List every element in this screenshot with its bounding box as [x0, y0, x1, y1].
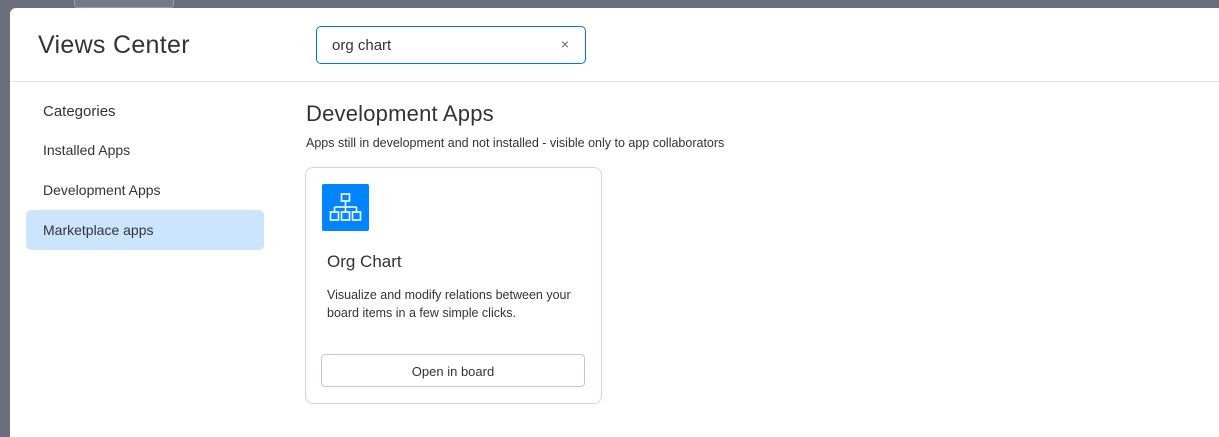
close-icon[interactable]: × — [557, 36, 573, 52]
open-in-board-button[interactable]: Open in board — [321, 354, 585, 387]
sidebar-item-installed-apps[interactable]: Installed Apps — [26, 130, 264, 170]
modal-header: Views Center × — [10, 8, 1219, 82]
search-input[interactable] — [317, 36, 552, 54]
background-tab — [74, 0, 174, 8]
page-title: Views Center — [38, 31, 190, 59]
sidebar-item-marketplace-apps[interactable]: Marketplace apps — [26, 210, 264, 250]
sidebar-item-label: Installed Apps — [43, 142, 131, 158]
sidebar-item-development-apps[interactable]: Development Apps — [26, 170, 264, 210]
sidebar-item-label: Development Apps — [43, 182, 161, 198]
app-card[interactable]: Org Chart Visualize and modify relations… — [305, 167, 602, 404]
search-box[interactable]: × — [316, 26, 586, 64]
sidebar-item-label: Marketplace apps — [43, 222, 154, 238]
app-name: Org Chart — [327, 252, 402, 271]
views-center-modal: Views Center × Categories Installed Apps… — [10, 8, 1219, 437]
section-subtitle: Apps still in development and not instal… — [306, 136, 725, 150]
categories-heading: Categories — [43, 103, 116, 120]
org-chart-icon — [322, 184, 369, 231]
app-description: Visualize and modify relations between y… — [327, 288, 571, 320]
section-title: Development Apps — [306, 101, 494, 126]
